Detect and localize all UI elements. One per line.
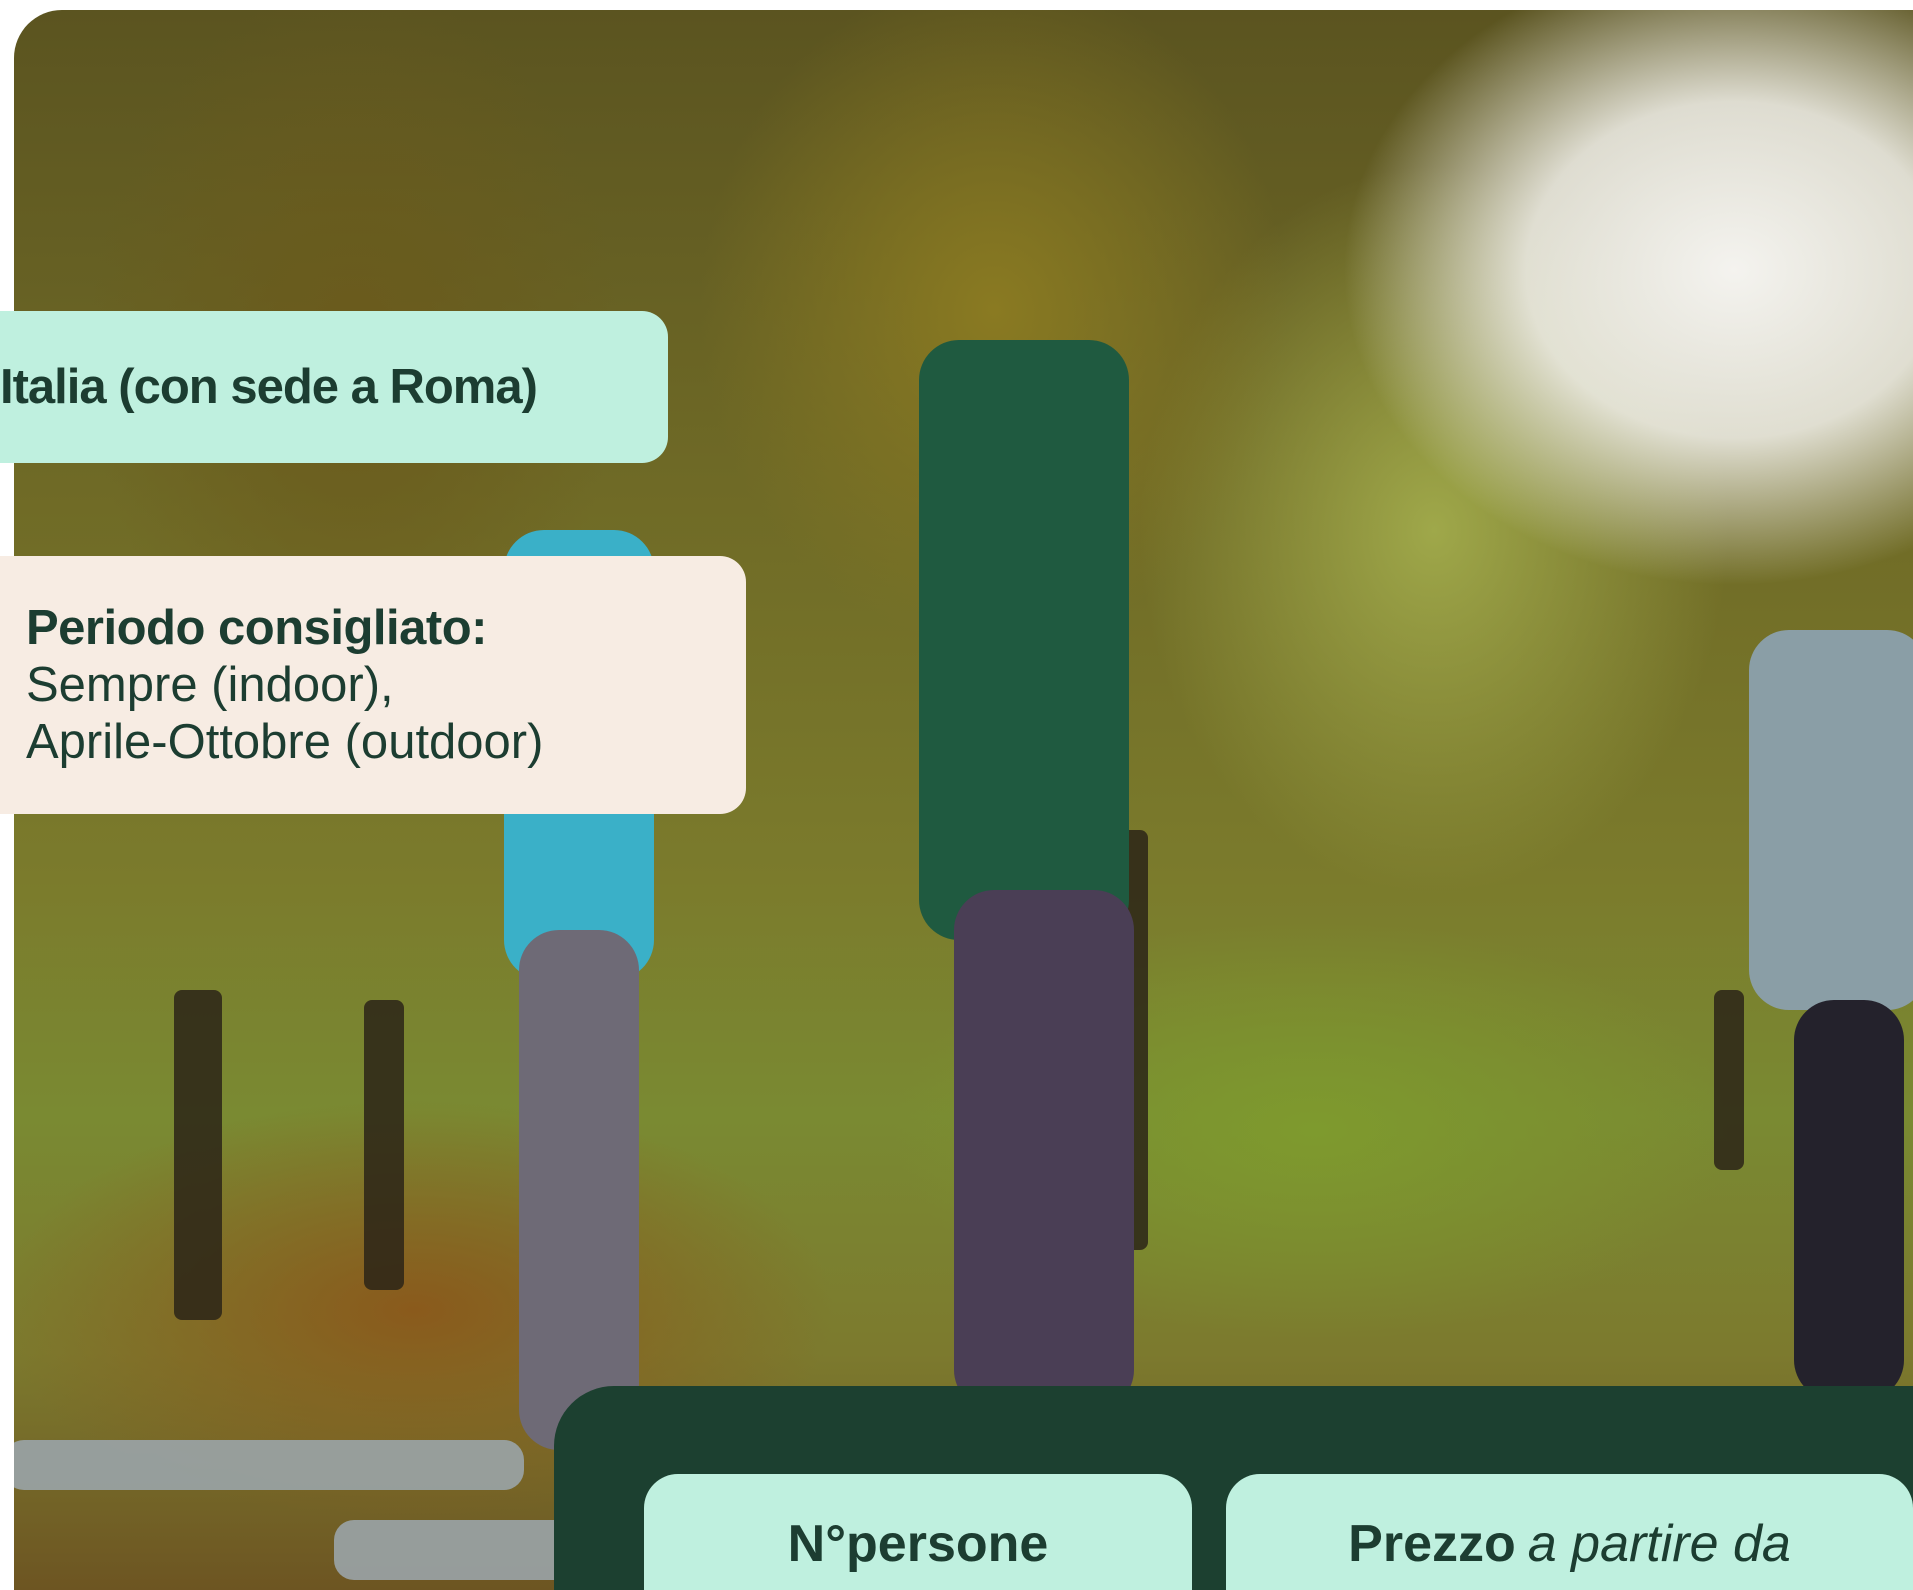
person-left-legs: [519, 930, 639, 1450]
yoga-mat: [14, 1440, 524, 1490]
period-value-outdoor: Aprile-Ottobre (outdoor): [26, 715, 544, 769]
price-header: Prezzo a partire da: [1226, 1474, 1913, 1590]
yoga-mat: [334, 1520, 574, 1580]
period-value-indoor: Sempre (indoor),: [26, 658, 394, 712]
person-right-legs: [1794, 1000, 1904, 1400]
period-label: Periodo consigliato:: [26, 601, 487, 655]
period-tag: Periodo consigliato: Sempre (indoor), Ap…: [0, 556, 746, 814]
tree-trunk: [1714, 990, 1744, 1170]
tree-trunk: [364, 1000, 404, 1290]
person-center: [919, 340, 1129, 940]
price-suffix: a partire da: [1527, 1515, 1791, 1573]
location-text: Italia (con sede a Roma): [0, 360, 538, 414]
persons-header: N°persone: [644, 1474, 1192, 1590]
persons-label: N°persone: [787, 1515, 1049, 1573]
tree-trunk: [174, 990, 222, 1320]
price-label: Prezzo: [1348, 1515, 1516, 1573]
person-center-legs: [954, 890, 1134, 1410]
location-tag: Italia (con sede a Roma): [0, 311, 668, 463]
person-right: [1749, 630, 1913, 1010]
